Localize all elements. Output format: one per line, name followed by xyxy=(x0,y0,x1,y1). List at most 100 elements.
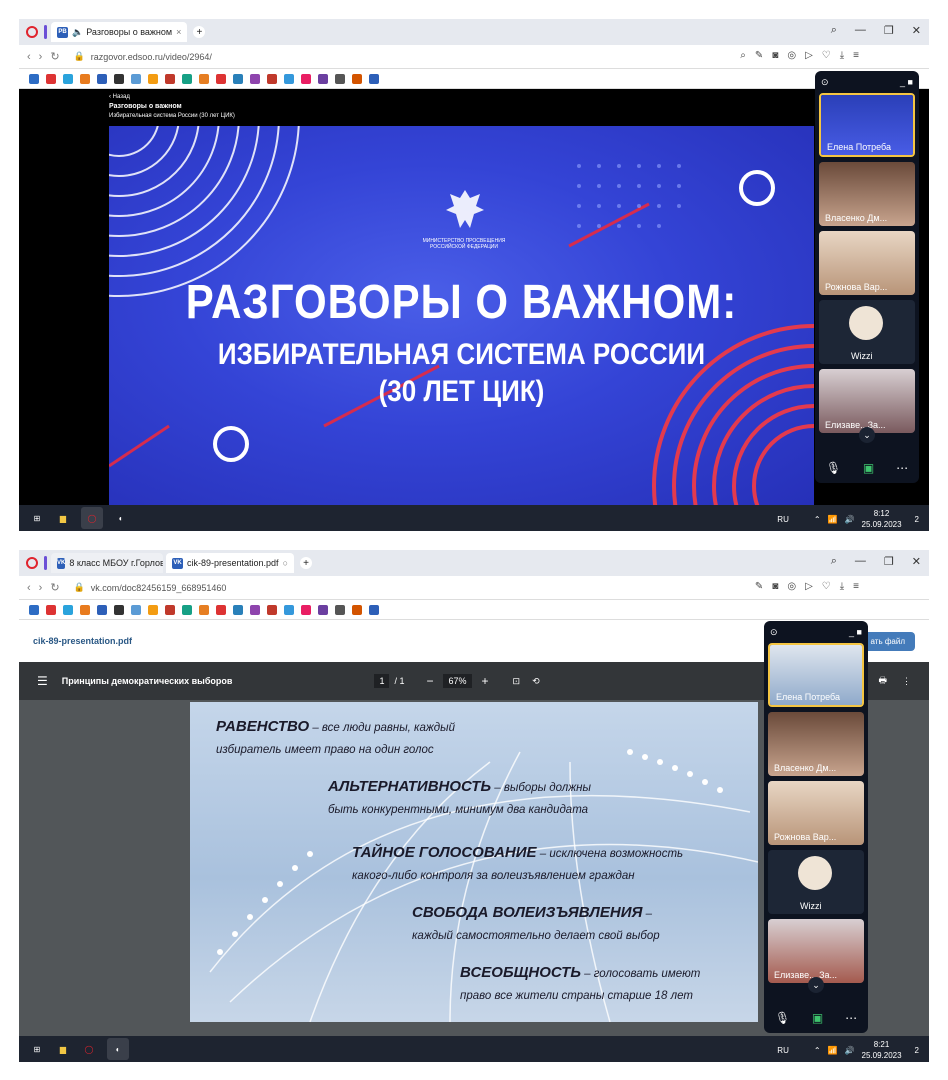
download-icon[interactable]: ⤓ xyxy=(840,50,844,61)
play-icon[interactable]: ▷ xyxy=(805,50,813,61)
volume-icon[interactable]: 🔊 xyxy=(845,515,855,524)
back-icon[interactable]: ‹ xyxy=(27,51,31,63)
mic-icon[interactable]: 🎙 xyxy=(775,1011,790,1025)
forward-icon[interactable]: › xyxy=(39,582,43,594)
chevron-down-icon[interactable]: ⌄ xyxy=(808,977,824,993)
menu-icon[interactable]: ≡ xyxy=(853,50,859,61)
hamburger-icon[interactable]: ☰ xyxy=(37,674,48,688)
participant-tile[interactable]: Рожнова Вар... xyxy=(819,231,915,295)
bookmark-icon[interactable] xyxy=(80,73,90,84)
bookmark-icon[interactable] xyxy=(182,73,192,84)
bookmark-icon[interactable] xyxy=(114,73,124,84)
clock[interactable]: 8:12 25.09.2023 xyxy=(862,508,902,530)
app-taskbar-icon[interactable]: ◐ xyxy=(113,510,129,526)
new-tab-button[interactable]: + xyxy=(193,26,206,38)
bookmark-icon[interactable] xyxy=(46,73,56,84)
network-icon[interactable]: 📶 xyxy=(828,1046,838,1055)
back-icon[interactable]: ‹ xyxy=(27,582,31,594)
bookmark-icon[interactable] xyxy=(318,604,328,615)
link-icon[interactable]: ⊙ xyxy=(821,77,829,88)
clock[interactable]: 8:21 25.09.2023 xyxy=(862,1039,902,1061)
folder-icon[interactable]: ▆ xyxy=(55,510,71,526)
close-icon[interactable]: ○ xyxy=(283,558,288,568)
heart-icon[interactable]: ♡ xyxy=(822,50,831,61)
participant-tile[interactable]: Wizzi xyxy=(819,300,915,364)
opera-taskbar-icon[interactable]: ◯ xyxy=(81,1041,97,1057)
bookmark-icon[interactable] xyxy=(284,604,294,615)
url-field[interactable]: razgovor.edsoo.ru/video/2964/ xyxy=(91,52,212,62)
bookmark-icon[interactable] xyxy=(369,604,379,615)
reload-icon[interactable]: ↻ xyxy=(50,50,59,63)
bookmark-icon[interactable] xyxy=(267,73,277,84)
bookmark-icon[interactable] xyxy=(335,604,345,615)
edit-icon[interactable]: ✎ xyxy=(755,581,763,592)
language-indicator[interactable]: RU xyxy=(777,1046,789,1055)
screen-share-icon[interactable]: ▣ xyxy=(863,461,874,475)
folder-icon[interactable]: ▆ xyxy=(55,1041,71,1057)
more-icon[interactable]: ⋯ xyxy=(896,461,908,475)
reload-icon[interactable]: ↻ xyxy=(50,581,59,594)
panel-controls[interactable]: _ ■ xyxy=(900,77,913,87)
zoom-level-input[interactable]: 67% xyxy=(443,674,472,688)
participant-tile[interactable]: Рожнова Вар... xyxy=(768,781,864,845)
download-file-button[interactable]: ать файл xyxy=(860,632,915,651)
bookmark-icon[interactable] xyxy=(46,604,56,615)
bookmark-icon[interactable] xyxy=(318,73,328,84)
close-window-icon[interactable]: ✕ xyxy=(912,24,921,37)
new-tab-button[interactable]: + xyxy=(300,557,312,569)
shield-icon[interactable]: ◎ xyxy=(787,50,796,61)
bookmark-icon[interactable] xyxy=(250,73,260,84)
bookmark-icon[interactable] xyxy=(301,73,311,84)
tab-pdf[interactable]: VK cik-89-presentation.pdf ○ xyxy=(166,553,294,573)
bookmark-icon[interactable] xyxy=(267,604,277,615)
camera-icon[interactable]: ◙ xyxy=(772,581,778,592)
bookmark-icon[interactable] xyxy=(97,73,107,84)
back-link[interactable]: ‹ Назад xyxy=(109,93,235,102)
notification-badge[interactable]: 2 xyxy=(915,515,919,524)
page-number-input[interactable]: 1 xyxy=(374,674,390,688)
edit-icon[interactable]: ✎ xyxy=(755,50,763,61)
opera-taskbar-icon[interactable]: ◯ xyxy=(81,507,103,529)
tab-razgovor[interactable]: PB 🔈 Разговоры о важном × xyxy=(51,22,188,42)
bookmark-icon[interactable] xyxy=(216,73,226,84)
app-taskbar-icon[interactable]: ◐ xyxy=(107,1038,129,1060)
shield-icon[interactable]: ◎ xyxy=(787,581,796,592)
play-icon[interactable]: ▷ xyxy=(805,581,813,592)
bookmark-icon[interactable] xyxy=(148,604,158,615)
chevron-down-icon[interactable]: ⌄ xyxy=(859,427,875,443)
bookmark-icon[interactable] xyxy=(97,604,107,615)
bookmark-icon[interactable] xyxy=(199,73,209,84)
download-icon[interactable]: ⤓ xyxy=(840,581,844,592)
participant-tile[interactable]: Власенко Дм... xyxy=(768,712,864,776)
mic-icon[interactable]: 🎙 xyxy=(826,461,841,475)
link-icon[interactable]: ⊙ xyxy=(770,627,778,638)
volume-icon[interactable]: 🔊 xyxy=(845,1046,855,1055)
more-options-icon[interactable]: ⋮ xyxy=(902,676,911,687)
panel-controls[interactable]: _ ■ xyxy=(849,627,862,637)
notification-badge[interactable]: 2 xyxy=(915,1046,919,1055)
close-window-icon[interactable]: ✕ xyxy=(912,555,921,568)
menu-icon[interactable]: ≡ xyxy=(853,581,859,592)
bookmark-icon[interactable] xyxy=(216,604,226,615)
participant-tile[interactable]: Елена Потреба xyxy=(768,643,864,707)
bookmark-icon[interactable] xyxy=(369,73,379,84)
network-icon[interactable]: 📶 xyxy=(828,515,838,524)
bookmark-icon[interactable] xyxy=(114,604,124,615)
bookmark-icon[interactable] xyxy=(63,73,73,84)
bookmark-icon[interactable] xyxy=(131,604,141,615)
heart-icon[interactable]: ♡ xyxy=(822,581,831,592)
chevron-up-icon[interactable]: ⌃ xyxy=(814,515,821,524)
bookmark-icon[interactable] xyxy=(233,604,243,615)
url-field[interactable]: vk.com/doc82456159_668951460 xyxy=(91,583,227,593)
close-icon[interactable]: × xyxy=(176,27,181,37)
zoom-out-icon[interactable]: − xyxy=(426,674,433,688)
bookmark-icon[interactable] xyxy=(301,604,311,615)
windows-start-icon[interactable]: ⊞ xyxy=(29,510,45,526)
minimize-icon[interactable]: — xyxy=(855,555,866,568)
participant-tile[interactable]: Елизаве... За... xyxy=(768,919,864,983)
tab-vk-class[interactable]: VK 8 класс МБОУ г.Горловки xyxy=(51,553,163,573)
bookmark-icon[interactable] xyxy=(335,73,345,84)
zoom-in-icon[interactable]: + xyxy=(482,674,489,688)
search-page-icon[interactable]: ⌕ xyxy=(740,50,746,61)
chevron-up-icon[interactable]: ⌃ xyxy=(814,1046,821,1055)
